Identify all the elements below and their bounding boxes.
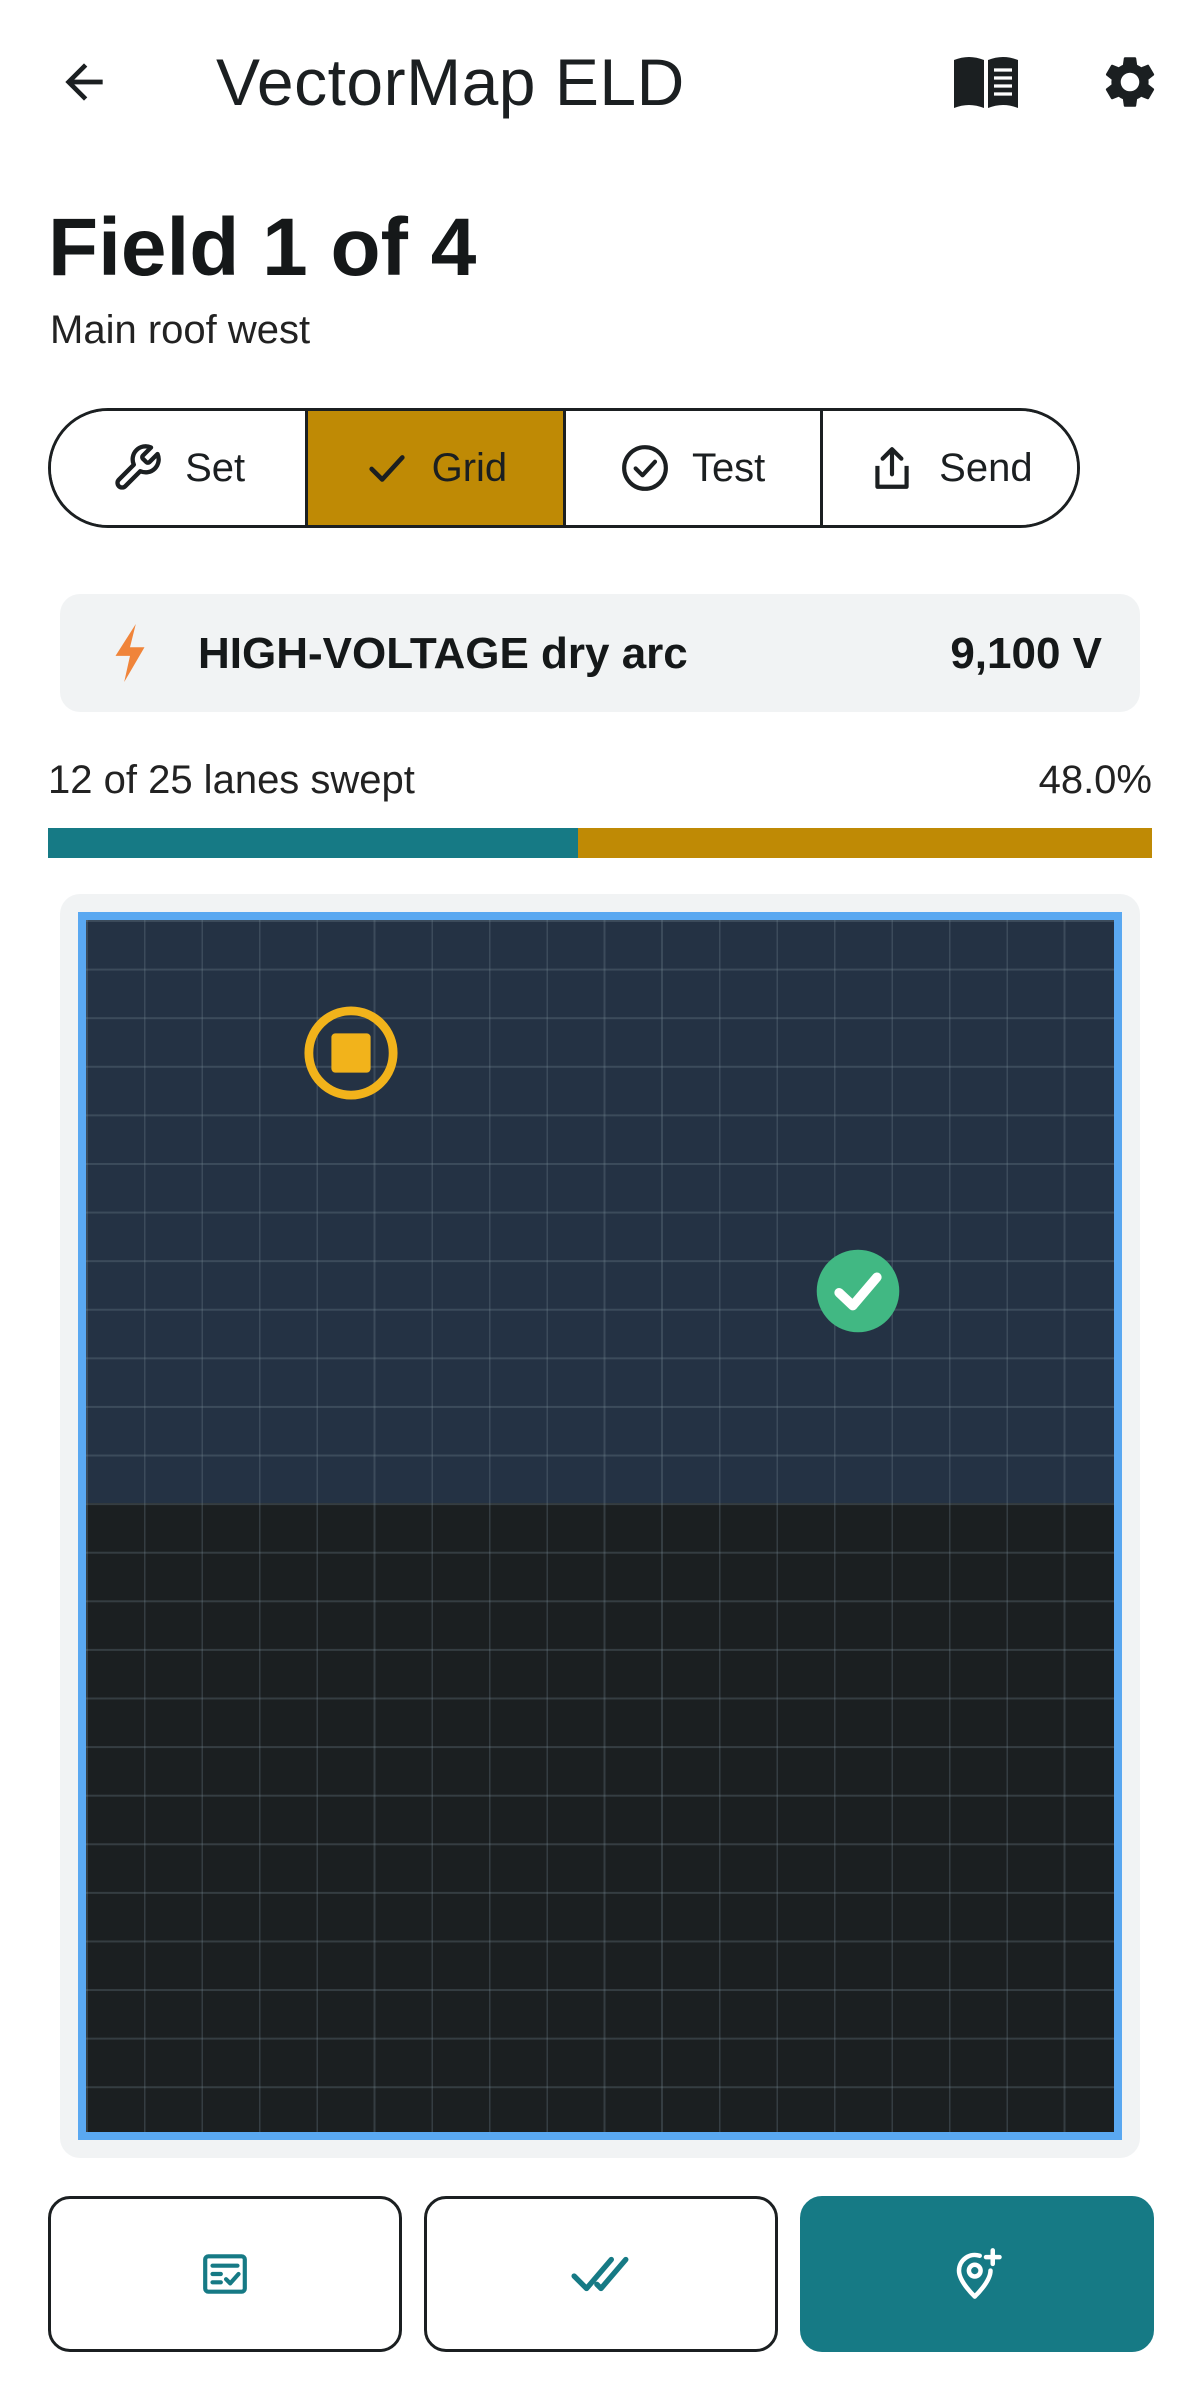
- target-square-icon[interactable]: [302, 1004, 400, 1102]
- tab-test[interactable]: Test: [565, 411, 823, 525]
- share-icon: [875, 447, 909, 489]
- progress-label: 12 of 25 lanes swept: [48, 758, 415, 802]
- manual-button[interactable]: [946, 42, 1026, 122]
- tab-send[interactable]: Send: [822, 411, 1077, 525]
- lightning-bolt-icon: [115, 624, 145, 682]
- bottom-action-bar: [0, 2196, 1200, 2352]
- hazard-banner: HIGH-VOLTAGE dry arc 9,100 V: [60, 594, 1140, 712]
- map-pin-plus-icon: [956, 2248, 1002, 2299]
- arrow-left-icon: [65, 63, 103, 101]
- back-button[interactable]: [44, 42, 124, 122]
- gear-icon: [1105, 57, 1155, 107]
- grid-map[interactable]: [78, 912, 1122, 2140]
- grid-lines: [86, 920, 1114, 2132]
- field-subtitle: Main roof west: [50, 308, 311, 352]
- add-marker-button[interactable]: [800, 2196, 1154, 2352]
- checklist-icon: [203, 2254, 247, 2294]
- check-circle-icon: [622, 445, 668, 491]
- book-icon: [954, 57, 1018, 108]
- settings-button[interactable]: [1090, 42, 1170, 122]
- hazard-label: HIGH-VOLTAGE dry arc: [198, 629, 688, 678]
- tab-set[interactable]: Set: [51, 411, 309, 525]
- tab-test-label: Test: [691, 445, 766, 490]
- tab-send-label: Send: [939, 445, 1033, 490]
- progress-bar: [48, 828, 1152, 858]
- page-title: Field 1 of 4: [48, 202, 477, 293]
- step-tabs: Set Grid Test Send: [48, 408, 1080, 528]
- progress-percent: 48.0%: [1038, 758, 1152, 802]
- hazard-voltage: 9,100 V: [950, 629, 1102, 678]
- wrench-icon: [115, 444, 161, 490]
- check-circle-icon[interactable]: [815, 1248, 901, 1334]
- tab-set-label: Set: [185, 445, 246, 490]
- double-check-icon: [571, 2256, 629, 2292]
- progress-fill: [48, 828, 578, 858]
- tab-grid[interactable]: Grid: [308, 411, 566, 525]
- app-bar: VectorMap ELD: [0, 0, 1200, 170]
- confirm-button[interactable]: [424, 2196, 778, 2352]
- app-title: VectorMap ELD: [216, 45, 685, 119]
- check-icon: [368, 455, 405, 482]
- review-checklist-button[interactable]: [48, 2196, 402, 2352]
- tab-grid-label: Grid: [431, 445, 508, 490]
